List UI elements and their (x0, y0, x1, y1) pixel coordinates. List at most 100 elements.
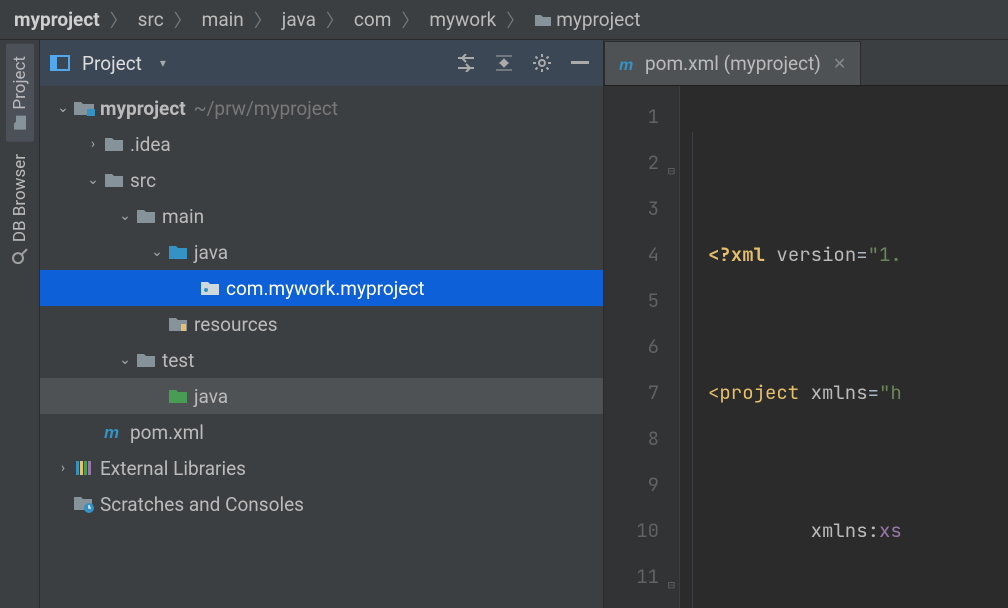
folder-icon (534, 13, 552, 27)
line-number: 9 (604, 462, 659, 508)
line-number: 1 (604, 94, 659, 140)
crumb-root[interactable]: myproject (14, 8, 100, 31)
project-tree[interactable]: ⌄ myproject ~/prw/myproject › .idea ⌄ (40, 86, 603, 608)
libraries-icon (72, 458, 96, 478)
module-icon (72, 98, 96, 118)
node-label: resources (194, 313, 278, 336)
package-icon (198, 278, 222, 298)
node-label: java (194, 241, 228, 264)
close-icon[interactable]: ✕ (833, 54, 846, 73)
chevron-down-icon[interactable]: ⌄ (116, 352, 134, 368)
scratches-icon (72, 494, 96, 514)
gutter[interactable]: 1 2 ⊟ 3 4 5 6 7 8 9 10 11 ⊟ (604, 86, 680, 608)
select-opened-file-button[interactable] (453, 50, 479, 76)
tree-java-test[interactable]: java (40, 378, 603, 414)
chevron-down-icon[interactable]: ⌄ (54, 100, 72, 116)
node-label: com.mywork.myproject (226, 277, 425, 300)
crumb-sep: 〉 (174, 7, 192, 33)
project-icon (13, 115, 27, 131)
node-label: .idea (130, 133, 171, 156)
hide-button[interactable] (567, 50, 593, 76)
node-label: External Libraries (100, 457, 246, 480)
line-number: 4 (604, 232, 659, 278)
source-root-icon (166, 242, 190, 262)
tool-tab-label: DB Browser (10, 154, 30, 242)
tool-tab-label: Project (10, 56, 30, 110)
maven-icon: m (102, 422, 126, 442)
fold-marker-icon[interactable]: ⊟ (668, 148, 675, 194)
panel-title[interactable]: Project (82, 52, 142, 75)
line-number: 11 (604, 554, 659, 600)
line-number: 7 (604, 370, 659, 416)
line-number: 6 (604, 324, 659, 370)
line-number: 2 (604, 140, 659, 186)
tool-strip: Project DB Browser (0, 40, 40, 608)
svg-text:m: m (104, 423, 119, 441)
crumb-myproject[interactable]: myproject (534, 8, 640, 31)
tree-test[interactable]: ⌄ test (40, 342, 603, 378)
chevron-down-icon[interactable]: ⌄ (148, 244, 166, 260)
test-root-icon (166, 386, 190, 406)
tree-external-libs[interactable]: › External Libraries (40, 450, 603, 486)
tree-package[interactable]: com.mywork.myproject (40, 270, 603, 306)
project-view-icon[interactable] (50, 53, 70, 73)
search-icon (12, 248, 28, 264)
tree-java-source[interactable]: ⌄ java (40, 234, 603, 270)
tab-pom[interactable]: m pom.xml (myproject) ✕ (604, 41, 861, 85)
collapse-all-button[interactable] (491, 50, 517, 76)
project-panel: Project ▾ ⌄ myproject (40, 40, 604, 608)
folder-icon (134, 206, 158, 226)
crumb-sep: 〉 (110, 7, 128, 33)
settings-button[interactable] (529, 50, 555, 76)
code-content[interactable]: <?xml version="1. <project xmlns="h xmln… (680, 86, 902, 608)
breadcrumb: myproject 〉 src 〉 main 〉 java 〉 com 〉 my… (0, 0, 1008, 40)
crumb-sep: 〉 (326, 7, 344, 33)
tool-tab-project[interactable]: Project (6, 44, 34, 142)
folder-icon (134, 350, 158, 370)
crumb-sep: 〉 (506, 7, 524, 33)
tree-scratches[interactable]: Scratches and Consoles (40, 486, 603, 522)
chevron-down-icon[interactable]: ⌄ (84, 172, 102, 188)
chevron-right-icon[interactable]: › (54, 460, 72, 476)
node-label: test (162, 349, 194, 372)
crumb-label: myproject (556, 8, 640, 31)
tree-main[interactable]: ⌄ main (40, 198, 603, 234)
chevron-down-icon[interactable]: ▾ (160, 56, 166, 70)
folder-icon (102, 170, 126, 190)
node-path: ~/prw/myproject (194, 97, 338, 120)
editor: m pom.xml (myproject) ✕ 1 2 ⊟ 3 4 5 6 7 … (604, 40, 1008, 608)
line-number: 10 (604, 508, 659, 554)
tree-pom[interactable]: m pom.xml (40, 414, 603, 450)
tab-label: pom.xml (myproject) (645, 52, 821, 75)
code-editor[interactable]: 1 2 ⊟ 3 4 5 6 7 8 9 10 11 ⊟ <?xml versio… (604, 86, 1008, 608)
crumb-mywork[interactable]: mywork (429, 8, 496, 31)
chevron-right-icon[interactable]: › (84, 136, 102, 152)
folder-icon (102, 134, 126, 154)
tree-idea[interactable]: › .idea (40, 126, 603, 162)
node-label: main (162, 205, 204, 228)
line-number: 3 (604, 186, 659, 232)
line-number: 8 (604, 416, 659, 462)
crumb-java[interactable]: java (282, 8, 316, 31)
indent-guide (692, 132, 693, 608)
fold-marker-icon[interactable]: ⊟ (668, 562, 675, 608)
node-label: myproject (100, 97, 186, 120)
tree-root[interactable]: ⌄ myproject ~/prw/myproject (40, 90, 603, 126)
resources-root-icon (166, 314, 190, 334)
panel-header: Project ▾ (40, 40, 603, 86)
node-label: pom.xml (130, 421, 204, 444)
tree-resources[interactable]: resources (40, 306, 603, 342)
crumb-sep: 〉 (254, 7, 272, 33)
node-label: java (194, 385, 228, 408)
maven-icon: m (619, 56, 637, 72)
tool-tab-db-browser[interactable]: DB Browser (6, 142, 34, 276)
chevron-down-icon[interactable]: ⌄ (116, 208, 134, 224)
tree-src[interactable]: ⌄ src (40, 162, 603, 198)
line-number: 5 (604, 278, 659, 324)
crumb-src[interactable]: src (138, 8, 164, 31)
node-label: Scratches and Consoles (100, 493, 304, 516)
crumb-com[interactable]: com (354, 8, 391, 31)
node-label: src (130, 169, 156, 192)
crumb-main[interactable]: main (202, 8, 244, 31)
svg-text:m: m (619, 57, 633, 72)
